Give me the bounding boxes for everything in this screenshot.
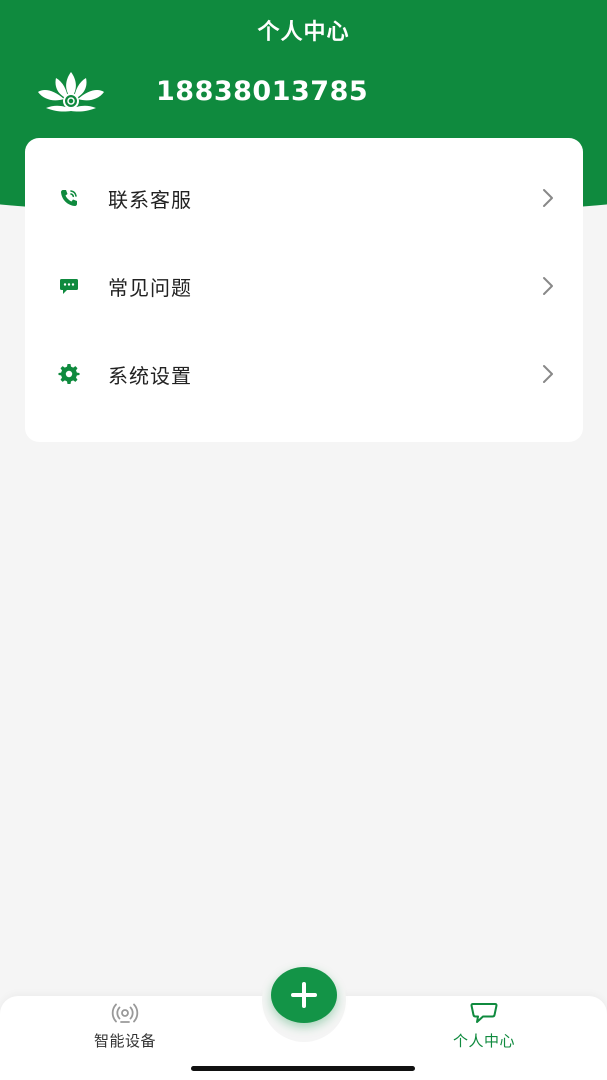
chevron-right-icon	[543, 365, 553, 383]
menu-item-contact-support[interactable]: 联系客服	[25, 158, 583, 238]
chevron-right-icon	[543, 189, 553, 207]
user-phone-number: 18838013785	[156, 76, 369, 107]
tab-label: 个人中心	[452, 1032, 515, 1050]
profile-page: 个人中心 18838013785 联系客服 常见问题 系统设置 智能设备 个人中…	[0, 0, 607, 1080]
home-indicator	[191, 1066, 415, 1071]
plus-icon	[291, 982, 317, 1008]
chat-bubble-icon	[469, 1000, 499, 1026]
gear-icon	[57, 362, 81, 386]
tab-label: 智能设备	[93, 1032, 156, 1050]
add-device-button[interactable]	[271, 967, 337, 1023]
tab-profile[interactable]: 个人中心	[424, 1000, 544, 1056]
chevron-right-icon	[543, 277, 553, 295]
message-icon	[57, 274, 81, 298]
smart-device-icon	[110, 1000, 140, 1026]
menu-card: 联系客服 常见问题 系统设置	[25, 138, 583, 442]
menu-item-label: 系统设置	[108, 363, 192, 388]
page-title: 个人中心	[257, 20, 350, 45]
menu-item-label: 联系客服	[108, 187, 192, 212]
tab-smart-devices[interactable]: 智能设备	[65, 1000, 185, 1056]
lotus-logo-icon	[38, 72, 104, 112]
menu-item-faq[interactable]: 常见问题	[25, 246, 583, 326]
menu-item-label: 常见问题	[108, 275, 192, 300]
menu-item-system-settings[interactable]: 系统设置	[25, 334, 583, 414]
phone-icon	[57, 186, 81, 210]
